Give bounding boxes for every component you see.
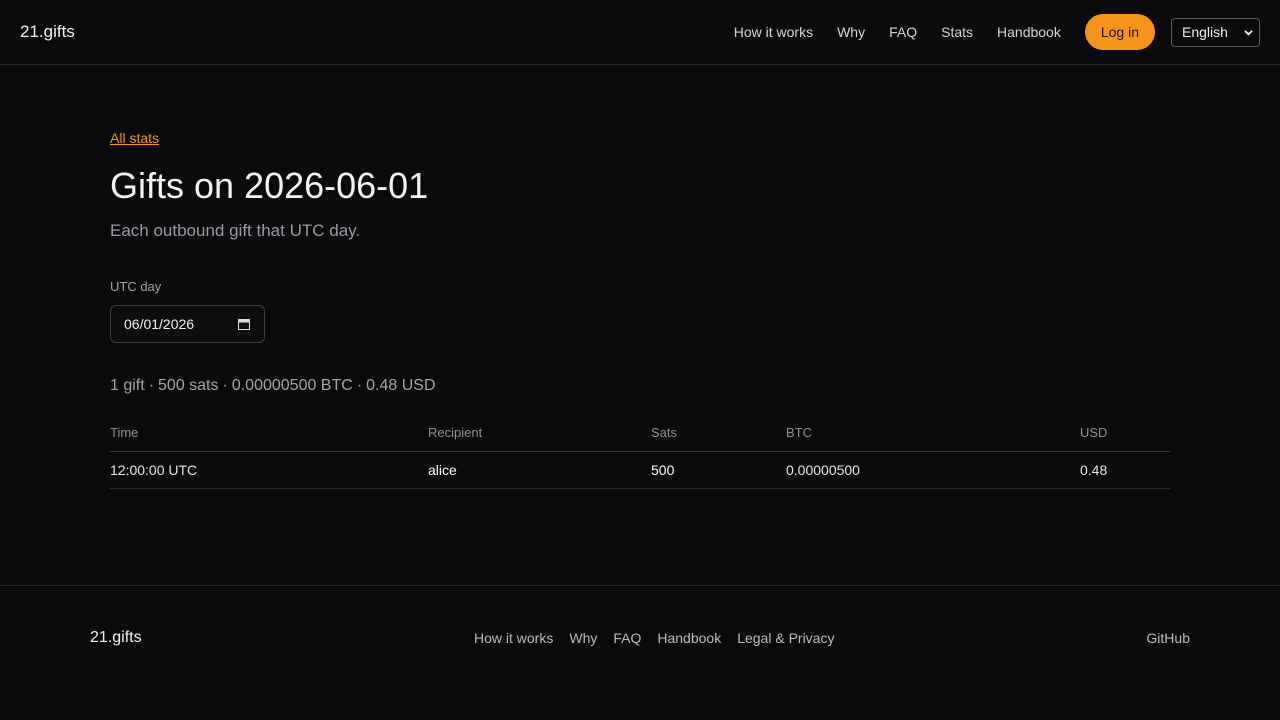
page-subtitle: Each outbound gift that UTC day. bbox=[110, 221, 361, 240]
column-header-time: Time bbox=[110, 414, 428, 452]
utc-day-label: UTC day bbox=[110, 279, 162, 294]
footer: 21.gifts How it works Why FAQ Handbook L… bbox=[0, 585, 1280, 720]
footer-link-why[interactable]: Why bbox=[569, 630, 597, 646]
column-header-btc: BTC bbox=[786, 414, 1080, 452]
nav-stats[interactable]: Stats bbox=[941, 24, 973, 40]
nav-why[interactable]: Why bbox=[837, 24, 865, 40]
main-nav: How it works Why FAQ Stats Handbook Log … bbox=[734, 14, 1260, 50]
date-input-value: 06/01/2026 bbox=[124, 316, 195, 332]
login-button[interactable]: Log in bbox=[1084, 14, 1155, 50]
calendar-icon[interactable] bbox=[238, 318, 250, 330]
nav-handbook[interactable]: Handbook bbox=[997, 24, 1061, 40]
summary-line: 1 gift · 500 sats · 0.00000500 BTC · 0.48 USD bbox=[110, 377, 436, 394]
nav-how-it-works[interactable]: How it works bbox=[734, 24, 813, 40]
cell-usd: 0.48 bbox=[1080, 451, 1170, 489]
summary-sats: 500 sats bbox=[158, 377, 219, 394]
footer-brand-link[interactable]: 21.gifts bbox=[90, 629, 142, 647]
table-header-row: Time Recipient Sats BTC USD bbox=[110, 414, 1170, 452]
all-stats-link[interactable]: All stats bbox=[110, 130, 159, 146]
cell-sats: 500 bbox=[651, 451, 786, 489]
footer-nav: How it works Why FAQ Handbook Legal & Pr… bbox=[474, 630, 850, 646]
column-header-usd: USD bbox=[1080, 414, 1170, 452]
column-header-recipient: Recipient bbox=[428, 414, 651, 452]
brand-logo-link[interactable]: 21.gifts bbox=[20, 22, 75, 42]
summary-gift-count: 1 gift bbox=[110, 377, 145, 394]
summary-usd: 0.48 USD bbox=[366, 377, 436, 394]
top-bar: 21.gifts How it works Why FAQ Stats Hand… bbox=[0, 0, 1280, 65]
cell-btc: 0.00000500 bbox=[786, 451, 1080, 489]
footer-link-legal-privacy[interactable]: Legal & Privacy bbox=[737, 630, 834, 646]
footer-link-faq[interactable]: FAQ bbox=[613, 630, 641, 646]
language-select[interactable]: English bbox=[1171, 17, 1260, 47]
column-header-sats: Sats bbox=[651, 414, 786, 452]
page-title: Gifts on 2026-06-01 bbox=[110, 165, 429, 206]
footer-github-link[interactable]: GitHub bbox=[1146, 630, 1190, 646]
cell-recipient: alice bbox=[428, 451, 651, 489]
language-select-value: English bbox=[1182, 24, 1228, 40]
cell-time: 12:00:00 UTC bbox=[110, 451, 428, 489]
nav-faq[interactable]: FAQ bbox=[889, 24, 917, 40]
summary-btc: 0.00000500 BTC bbox=[231, 377, 353, 394]
chevron-down-icon bbox=[1244, 29, 1253, 36]
gifts-table: Time Recipient Sats BTC USD 12:00:00 UTC… bbox=[110, 414, 1170, 489]
footer-link-handbook[interactable]: Handbook bbox=[657, 630, 721, 646]
table-row: 12:00:00 UTC alice 500 0.00000500 0.48 bbox=[110, 451, 1170, 489]
utc-day-date-input[interactable]: 06/01/2026 bbox=[110, 305, 265, 343]
footer-link-how-it-works[interactable]: How it works bbox=[474, 630, 553, 646]
